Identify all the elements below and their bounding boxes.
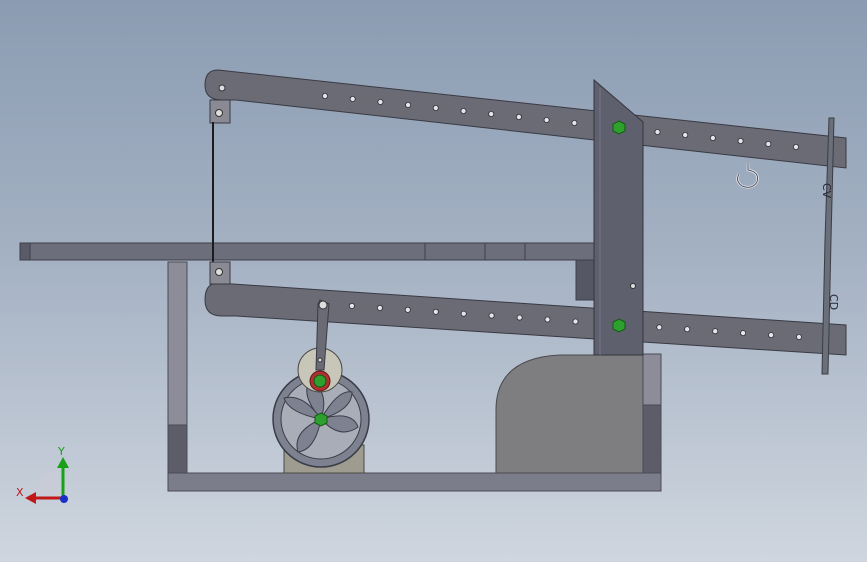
connecting-rod-top-hole xyxy=(318,300,328,310)
blade-lower-marking: CD xyxy=(827,294,840,310)
arm-hole xyxy=(712,328,719,335)
triad-y-arrow xyxy=(57,457,69,468)
lower-arm[interactable] xyxy=(204,282,847,356)
upper-arm-pivot-hole xyxy=(218,84,226,92)
base-right-post-shade xyxy=(642,404,662,474)
arm-hole xyxy=(572,318,579,325)
blade-upper-marking: CV xyxy=(820,183,833,199)
flywheel-assembly[interactable] xyxy=(272,299,370,474)
base-bottom-rail[interactable] xyxy=(167,472,662,492)
arm-hole xyxy=(571,120,578,127)
flywheel-hub-fastener xyxy=(314,412,328,427)
arm-hole xyxy=(544,316,551,323)
graphics-viewport[interactable]: CV CD Y X xyxy=(0,0,867,562)
arm-hole xyxy=(432,308,439,315)
arm-hole xyxy=(765,140,772,147)
crank-bearing-fastener xyxy=(313,374,327,388)
upper-arm[interactable] xyxy=(204,69,847,169)
arm-hole xyxy=(488,312,495,319)
arm-hole xyxy=(793,143,800,150)
column-hole xyxy=(630,283,636,289)
arm-hole xyxy=(543,117,550,124)
arm-hole xyxy=(404,306,411,313)
arm-hole xyxy=(460,108,467,115)
arm-hole xyxy=(737,137,744,144)
triad-plane xyxy=(32,470,62,498)
arm-hole xyxy=(515,114,522,121)
triad-z-axis xyxy=(60,495,68,503)
arm-hole xyxy=(377,99,384,106)
connecting-rod-hole xyxy=(317,357,323,363)
lower-bracket-hole xyxy=(215,268,223,276)
arm-hole xyxy=(768,332,775,339)
arm-hole xyxy=(376,304,383,311)
orientation-triad[interactable]: Y X xyxy=(16,445,69,504)
fastener-upper[interactable] xyxy=(612,120,626,135)
arm-hole xyxy=(405,102,412,109)
triad-x-arrow xyxy=(25,492,36,504)
arm-hole xyxy=(321,93,328,100)
arm-hole xyxy=(432,105,439,112)
arm-hole xyxy=(349,96,356,103)
arm-hole xyxy=(348,302,355,309)
arm-hole xyxy=(796,333,803,340)
arm-hole xyxy=(656,324,663,331)
arm-hole xyxy=(488,111,495,118)
fastener-lower[interactable] xyxy=(612,318,626,333)
base-left-post-shade xyxy=(167,424,188,474)
upper-bracket-hole xyxy=(215,109,223,117)
triad-x-label: X xyxy=(16,486,24,499)
arm-hole xyxy=(460,310,467,317)
arm-hole xyxy=(682,131,689,138)
arm-hole xyxy=(654,128,661,135)
cad-model-scene[interactable]: CV CD Y X xyxy=(0,0,867,562)
triad-y-label: Y xyxy=(57,445,65,458)
arm-hole xyxy=(684,326,691,333)
arm-hole xyxy=(709,134,716,141)
arm-hole xyxy=(740,330,747,337)
motor-housing[interactable] xyxy=(495,354,644,474)
arm-hole xyxy=(516,314,523,321)
